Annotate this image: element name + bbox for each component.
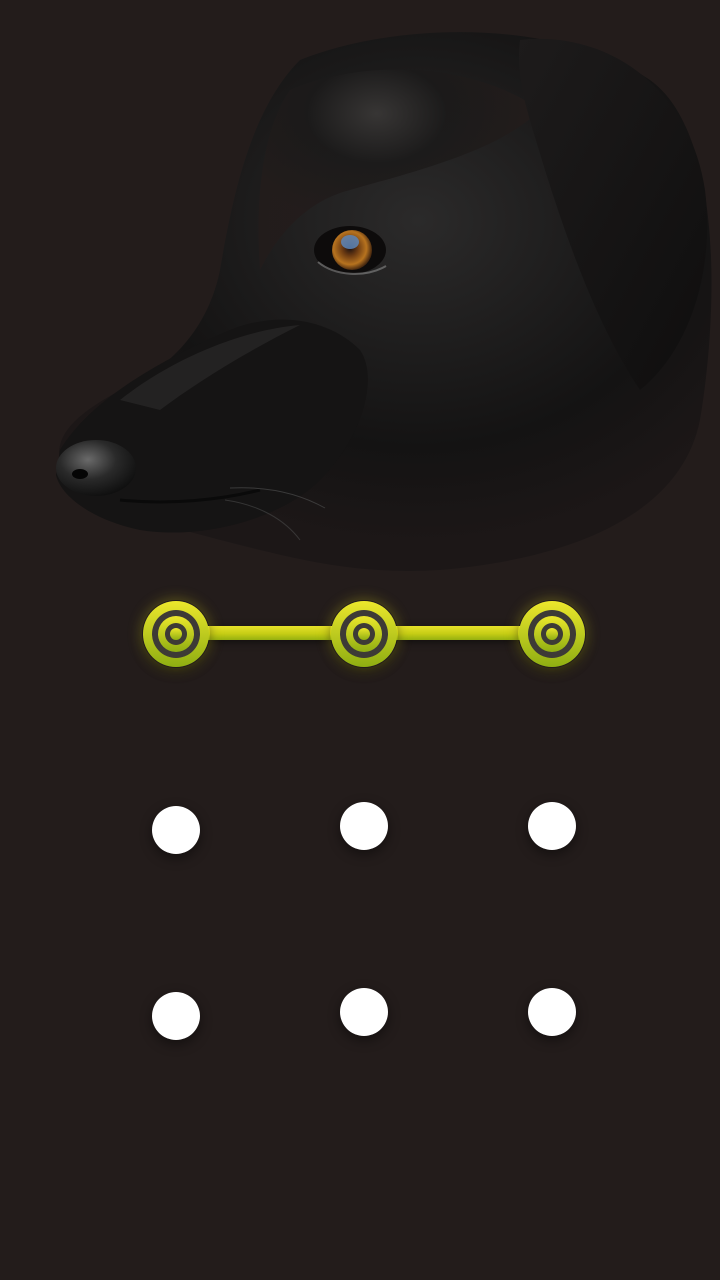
selected-ring-icon (143, 601, 209, 667)
pattern-node-6[interactable] (528, 802, 576, 850)
pattern-node-9[interactable] (528, 988, 576, 1036)
selected-ring-icon (331, 601, 397, 667)
pattern-node-2[interactable] (330, 600, 398, 668)
lock-screen (0, 0, 720, 1280)
pattern-lock-grid[interactable] (0, 0, 720, 1280)
pattern-node-1[interactable] (142, 600, 210, 668)
pattern-node-4[interactable] (152, 806, 200, 854)
pattern-node-8[interactable] (340, 988, 388, 1036)
selected-ring-icon (519, 601, 585, 667)
pattern-node-5[interactable] (340, 802, 388, 850)
pattern-node-7[interactable] (152, 992, 200, 1040)
pattern-node-3[interactable] (518, 600, 586, 668)
